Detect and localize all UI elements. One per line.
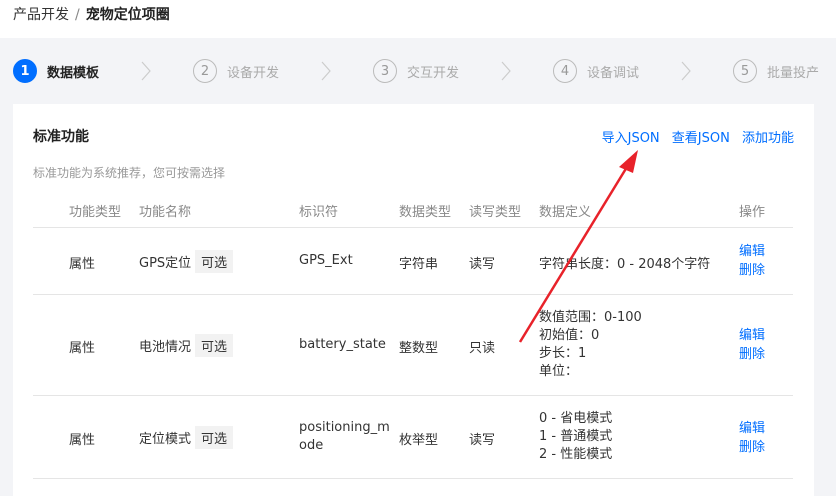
chevron-right-icon	[141, 61, 151, 81]
row-operations: 编辑 删除	[739, 419, 765, 457]
step-number: 2	[193, 59, 217, 83]
row-operations: 编辑 删除	[739, 242, 765, 280]
edit-link[interactable]: 编辑	[739, 242, 765, 261]
optional-tag: 可选	[195, 250, 234, 273]
step-number: 1	[13, 59, 37, 83]
step-device-dev[interactable]: 2 设备开发	[193, 58, 279, 84]
edit-link[interactable]: 编辑	[739, 419, 765, 438]
top-bar: 产品开发 / 宠物定位项圈	[0, 0, 836, 38]
table-row: 属性 电池情况 可选 battery_state 整数型 只读 数值范围：0-10…	[33, 295, 793, 396]
cell-type: 属性	[69, 433, 96, 448]
optional-tag: 可选	[195, 334, 234, 357]
cell-name: GPS定位 可选	[139, 250, 234, 273]
stepper: 1 数据模板 2 设备开发 3 交互开发 4 设备调试 5 批量投产	[0, 38, 836, 104]
header-rw-type: 读写类型	[469, 205, 522, 220]
feature-name: 定位模式	[139, 432, 192, 447]
cell-data-type: 整数型	[399, 341, 439, 356]
cell-definition: 0 - 省电模式 1 - 普通模式 2 - 性能模式	[539, 410, 612, 464]
breadcrumb: 产品开发 / 宠物定位项圈	[13, 4, 170, 24]
delete-link[interactable]: 删除	[739, 438, 765, 457]
definition-line: 步长：1	[539, 346, 587, 361]
edit-link[interactable]: 编辑	[739, 326, 765, 345]
step-mass-production[interactable]: 5 批量投产	[733, 58, 819, 84]
breadcrumb-parent[interactable]: 产品开发	[13, 7, 69, 23]
header-identifier: 标识符	[299, 205, 339, 220]
chevron-right-icon	[501, 61, 511, 81]
step-label: 数据模板	[47, 65, 100, 81]
definition-line: 初始值：0	[539, 328, 600, 343]
cell-name: 定位模式 可选	[139, 426, 234, 449]
cell-rw-type: 读写	[469, 433, 496, 448]
cell-identifier: battery_state	[299, 337, 386, 352]
cell-definition: 数值范围：0-100 初始值：0 步长：1 单位：	[539, 309, 642, 381]
definition-line: 1 - 普通模式	[539, 429, 613, 444]
step-label: 设备开发	[227, 65, 280, 81]
definition-line: 2 - 性能模式	[539, 447, 613, 462]
step-label: 交互开发	[407, 65, 460, 81]
breadcrumb-separator: /	[75, 7, 80, 23]
table-header: 功能类型 功能名称 标识符 数据类型 读写类型 数据定义 操作	[33, 199, 793, 228]
step-number: 3	[373, 59, 397, 83]
definition-line: 单位：	[539, 364, 579, 379]
delete-link[interactable]: 删除	[739, 261, 765, 280]
cell-data-type: 枚举型	[399, 433, 439, 448]
step-number: 5	[733, 59, 757, 83]
cell-type: 属性	[69, 341, 96, 356]
feature-name: 电池情况	[139, 340, 192, 355]
table-row: 属性 GPS定位 可选 GPS_Ext 字符串 读写 字符串长度：0 - 2048…	[33, 228, 793, 295]
delete-link[interactable]: 删除	[739, 345, 765, 364]
definition-line: 0 - 省电模式	[539, 411, 613, 426]
header-data-type: 数据类型	[399, 205, 452, 220]
step-device-debug[interactable]: 4 设备调试	[553, 58, 639, 84]
header-name: 功能名称	[139, 205, 192, 220]
optional-tag: 可选	[195, 426, 234, 449]
add-feature-link[interactable]: 添加功能	[742, 131, 794, 146]
cell-identifier: GPS_Ext	[299, 253, 353, 268]
chevron-right-icon	[681, 61, 691, 81]
step-label: 批量投产	[767, 65, 820, 81]
cell-rw-type: 读写	[469, 257, 496, 272]
cell-definition: 字符串长度：0 - 2048个字符	[539, 257, 711, 272]
breadcrumb-current: 宠物定位项圈	[85, 7, 170, 23]
cell-type: 属性	[69, 257, 96, 272]
card-description: 标准功能为系统推荐，您可按需选择	[33, 166, 226, 180]
identifier-line: ode	[299, 438, 324, 453]
cell-name: 电池情况 可选	[139, 334, 234, 357]
cell-data-type: 字符串	[399, 257, 439, 272]
table-row: 属性 定位模式 可选 positioning_m ode 枚举型 读写 0 - 省…	[33, 396, 793, 479]
step-number: 4	[553, 59, 577, 83]
definition-line: 数值范围：0-100	[539, 310, 642, 325]
card-title: 标准功能	[33, 129, 89, 145]
header-type: 功能类型	[69, 205, 122, 220]
cell-identifier: positioning_m ode	[299, 419, 390, 455]
step-interaction-dev[interactable]: 3 交互开发	[373, 58, 459, 84]
view-json-link[interactable]: 查看JSON	[672, 131, 730, 146]
cell-rw-type: 只读	[469, 341, 496, 356]
row-operations: 编辑 删除	[739, 326, 765, 364]
step-data-template[interactable]: 1 数据模板	[13, 58, 99, 84]
header-operation: 操作	[739, 205, 766, 220]
header-definition: 数据定义	[539, 205, 592, 220]
step-label: 设备调试	[587, 65, 640, 81]
feature-name: GPS定位	[139, 256, 192, 271]
card-actions: 导入JSON 查看JSON 添加功能	[594, 127, 794, 146]
standard-features-card: 标准功能 导入JSON 查看JSON 添加功能 标准功能为系统推荐，您可按需选择…	[13, 104, 814, 496]
import-json-link[interactable]: 导入JSON	[602, 131, 660, 146]
chevron-right-icon	[321, 61, 331, 81]
identifier-line: positioning_m	[299, 420, 390, 435]
